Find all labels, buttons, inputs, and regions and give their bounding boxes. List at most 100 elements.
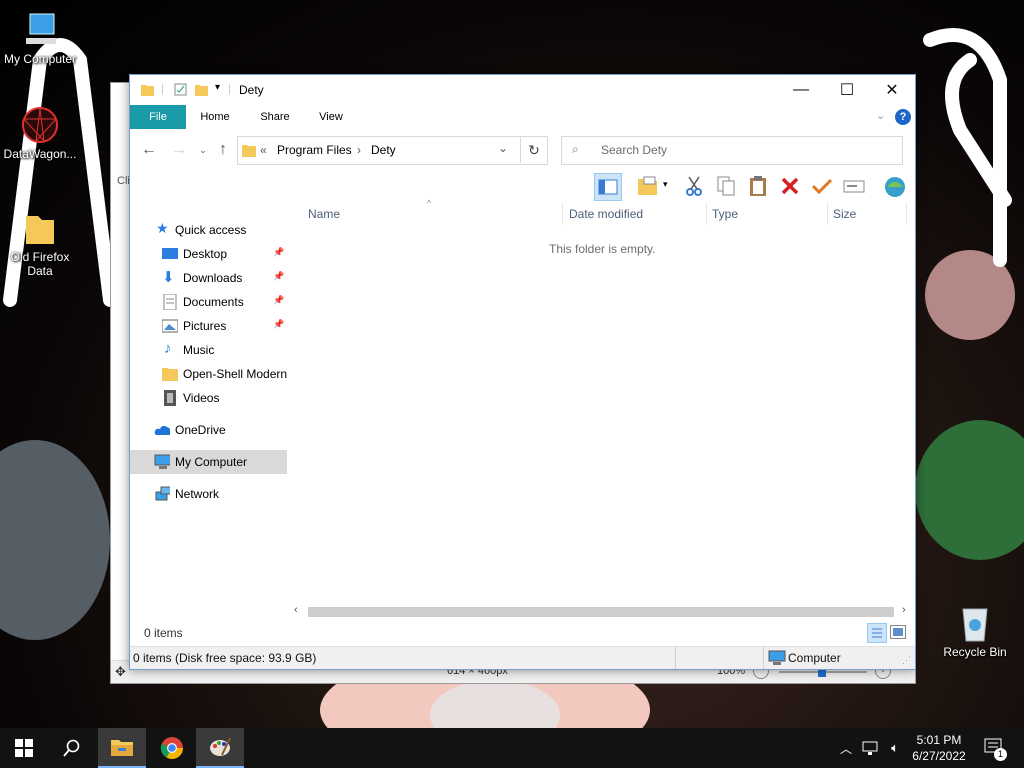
desktop-icon-label: DataWagon... (3, 147, 77, 161)
breadcrumb-program-files[interactable]: Program Files (277, 143, 352, 157)
start-button[interactable] (0, 728, 48, 768)
address-overflow[interactable]: « (260, 143, 267, 157)
recent-locations-icon[interactable]: ⌄ (194, 141, 212, 159)
download-arrow-icon: ⬇ (162, 269, 175, 286)
breadcrumb-dety[interactable]: Dety (371, 143, 396, 157)
details-view-icon[interactable] (867, 623, 887, 643)
speaker-icon: 🔈︎ (891, 740, 899, 755)
column-divider[interactable] (562, 203, 563, 225)
copy-icon[interactable] (713, 173, 739, 199)
up-button[interactable]: ↑ (214, 141, 232, 159)
large-icons-view-icon[interactable] (890, 625, 906, 639)
address-bar[interactable]: « Program Files › Dety ⌄ ↻ (237, 136, 548, 165)
tab-file[interactable]: File (130, 105, 186, 129)
taskbar-file-explorer[interactable] (98, 728, 146, 768)
desktop-icon-my-computer[interactable]: My Computer (0, 10, 80, 66)
nav-music[interactable]: ♪ Music (130, 338, 287, 362)
navigation-pane-icon[interactable] (594, 173, 622, 201)
column-name[interactable]: Name (308, 207, 340, 221)
folder-options-dropdown-icon[interactable]: ▾ (663, 179, 668, 190)
taskbar-chrome[interactable] (148, 728, 196, 768)
column-size[interactable]: Size (833, 207, 856, 221)
column-divider[interactable] (906, 203, 907, 225)
column-date-modified[interactable]: Date modified (569, 207, 643, 221)
nav-label: Videos (183, 391, 220, 405)
desktop-icon-datawagon[interactable]: DataWagon... (0, 105, 80, 161)
desktop-icon-old-firefox-data[interactable]: Old Firefox Data (0, 208, 80, 278)
wallpaper-shape-left (0, 440, 110, 640)
desktop: My Computer DataWagon... Old Firefox Dat… (0, 0, 1024, 728)
film-icon (164, 390, 176, 406)
new-folder-icon[interactable] (195, 83, 208, 96)
clock-date: 6/27/2022 (912, 749, 966, 763)
column-divider[interactable] (706, 203, 707, 225)
select-all-icon[interactable] (809, 173, 835, 199)
close-button[interactable]: ✕ (869, 75, 915, 105)
scroll-left-icon[interactable]: ‹ (294, 604, 298, 616)
notification-count-badge: 1 (994, 748, 1007, 761)
ribbon-expand-icon[interactable]: ⌄ (876, 109, 885, 122)
quick-access-dropdown-icon[interactable]: ▾ (215, 82, 220, 93)
status-divider (675, 647, 676, 669)
tab-share[interactable]: Share (252, 105, 298, 129)
nav-downloads[interactable]: ⬇ Downloads 📌 (130, 266, 287, 290)
resize-grip-icon[interactable]: ⋰ (902, 655, 911, 666)
scrollbar-thumb[interactable] (308, 607, 894, 617)
search-button[interactable] (48, 728, 96, 768)
tab-home[interactable]: Home (192, 105, 238, 129)
nav-documents[interactable]: Documents 📌 (130, 290, 287, 314)
nav-label: OneDrive (175, 423, 226, 437)
volume-tray-icon[interactable]: 🔈︎ (884, 728, 906, 768)
title-bar[interactable]: | ▾ | Dety — ☐ ✕ (130, 75, 915, 105)
nav-my-computer[interactable]: My Computer (130, 450, 287, 474)
help-icon[interactable]: ? (895, 109, 911, 125)
paste-icon[interactable] (745, 173, 771, 199)
sort-indicator-icon: ^ (427, 198, 432, 208)
cloud-icon (154, 425, 170, 435)
desktop-icon-label: My Computer (3, 52, 77, 66)
status-divider (763, 647, 764, 669)
back-button[interactable]: ← (140, 141, 158, 159)
desktop-icon-label: Recycle Bin (943, 645, 1007, 659)
delete-icon[interactable] (777, 173, 803, 199)
chevron-up-icon: ︿ (839, 741, 852, 756)
tab-view[interactable]: View (308, 105, 354, 129)
taskbar: ︿ 🔈︎ 5:01 PM 6/27/2022 1 (0, 728, 1024, 768)
nav-videos[interactable]: Videos (130, 386, 287, 410)
nav-open-shell[interactable]: Open-Shell Modern (130, 362, 287, 386)
clock[interactable]: 5:01 PM 6/27/2022 (904, 732, 974, 764)
breadcrumb-separator-icon: › (357, 143, 361, 157)
scroll-right-icon[interactable]: › (902, 604, 906, 616)
cut-icon[interactable] (681, 173, 707, 199)
paint-palette-icon (210, 737, 231, 756)
column-divider[interactable] (827, 203, 828, 225)
minimize-button[interactable]: — (778, 75, 824, 105)
file-explorer-window[interactable]: | ▾ | Dety — ☐ ✕ File Home Share View ⌄ … (129, 74, 916, 670)
refresh-button[interactable]: ↻ (520, 137, 547, 163)
properties-icon[interactable] (174, 83, 187, 96)
action-center-button[interactable]: 1 (980, 728, 1010, 768)
nav-quick-access[interactable]: ★ Quick access (130, 218, 287, 242)
nav-network[interactable]: Network (130, 482, 287, 506)
nav-pictures[interactable]: Pictures 📌 (130, 314, 287, 338)
desktop-icon-recycle-bin[interactable]: Recycle Bin (935, 603, 1015, 659)
nav-onedrive[interactable]: OneDrive (130, 418, 287, 442)
file-explorer-icon (111, 740, 133, 756)
horizontal-scrollbar[interactable]: ‹ › (294, 604, 914, 619)
rename-icon[interactable] (841, 173, 867, 199)
column-type[interactable]: Type (712, 207, 738, 221)
address-dropdown-icon[interactable]: ⌄ (498, 141, 508, 155)
forward-button[interactable]: → (170, 141, 188, 159)
search-input[interactable]: ⌕ Search Dety (561, 136, 903, 165)
folder-options-icon[interactable] (635, 173, 661, 199)
maximize-button[interactable]: ☐ (824, 75, 870, 105)
nav-desktop[interactable]: Desktop 📌 (130, 242, 287, 266)
back-window-label: Cli (117, 175, 130, 187)
show-hidden-icons-button[interactable]: ︿ (836, 728, 856, 768)
network-tray-icon[interactable] (860, 728, 882, 768)
taskbar-paint[interactable] (196, 728, 244, 768)
internet-globe-icon[interactable] (882, 173, 908, 199)
pictures-icon (162, 319, 178, 333)
item-count: 0 items (144, 626, 183, 640)
recycle-bin-icon (955, 603, 995, 643)
